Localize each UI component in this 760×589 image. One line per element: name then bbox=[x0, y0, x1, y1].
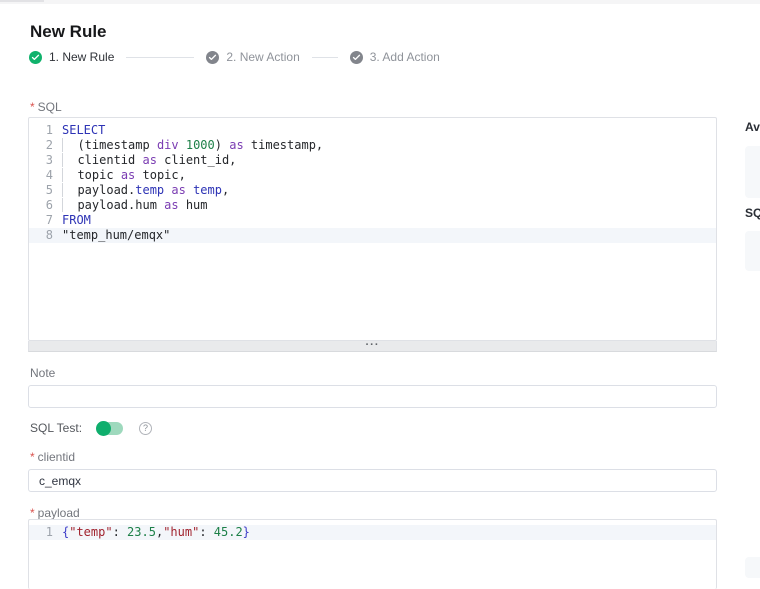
code-line: 2 (timestamp div 1000) as timestamp, bbox=[29, 138, 716, 153]
required-asterisk: * bbox=[30, 450, 35, 464]
code-line: 7 FROM bbox=[29, 213, 716, 228]
payload-code-editor[interactable]: 1 {"temp": 23.5,"hum": 45.2} bbox=[28, 519, 717, 589]
clientid-field-label: * clientid bbox=[30, 450, 76, 464]
required-asterisk: * bbox=[30, 100, 35, 114]
side-panel-box[interactable] bbox=[745, 146, 760, 198]
side-panel-box[interactable] bbox=[745, 231, 760, 271]
line-number: 4 bbox=[45, 168, 53, 182]
code-line: 4 topic as topic, bbox=[29, 168, 716, 183]
clientid-input[interactable] bbox=[28, 469, 717, 492]
step-new-rule[interactable]: 1. New Rule bbox=[29, 50, 114, 64]
step-new-action[interactable]: 2. New Action bbox=[206, 50, 300, 64]
help-icon[interactable]: ? bbox=[139, 421, 153, 435]
page-title: New Rule bbox=[30, 22, 107, 42]
line-number: 2 bbox=[45, 138, 53, 152]
top-border-strip bbox=[0, 0, 760, 4]
step-add-action[interactable]: 3. Add Action bbox=[349, 50, 440, 64]
line-number: 8 bbox=[45, 228, 53, 242]
code-line: 1 SELECT bbox=[29, 123, 716, 138]
code-line: 6 payload.hum as hum bbox=[29, 198, 716, 213]
side-panel-label-available: Av bbox=[745, 120, 760, 134]
step-connector bbox=[126, 56, 195, 58]
wizard-stepper: 1. New Rule 2. New Action 3. Add Action bbox=[29, 50, 440, 64]
sql-test-row: SQL Test: ? bbox=[30, 420, 153, 436]
line-number: 7 bbox=[45, 213, 53, 227]
line-number: 5 bbox=[45, 183, 53, 197]
line-number: 3 bbox=[45, 153, 53, 167]
sql-field-label: * SQL bbox=[30, 100, 62, 114]
check-circle-icon bbox=[206, 50, 220, 64]
line-number: 1 bbox=[45, 123, 53, 137]
payload-field-label: * payload bbox=[30, 506, 80, 520]
note-input[interactable] bbox=[28, 385, 717, 408]
sql-test-label: SQL Test: bbox=[30, 421, 83, 435]
step-label: 3. Add Action bbox=[369, 50, 440, 64]
top-border-segment bbox=[0, 0, 44, 2]
side-panel-label-sql: SQ bbox=[745, 206, 760, 220]
step-connector bbox=[311, 56, 338, 58]
sql-test-toggle[interactable] bbox=[96, 420, 124, 436]
editor-resize-handle[interactable]: ··· bbox=[28, 338, 717, 352]
code-line: 8 "temp_hum/emqx" bbox=[29, 228, 716, 243]
step-label: 1. New Rule bbox=[49, 50, 115, 64]
check-circle-icon bbox=[349, 50, 363, 64]
step-label: 2. New Action bbox=[226, 50, 300, 64]
code-line: 1 {"temp": 23.5,"hum": 45.2} bbox=[29, 525, 716, 540]
required-asterisk: * bbox=[30, 506, 35, 520]
note-field-label: Note bbox=[30, 366, 56, 380]
line-number: 1 bbox=[45, 525, 53, 539]
side-panel-box[interactable] bbox=[745, 557, 760, 578]
sql-code-editor[interactable]: 1 SELECT 2 (timestamp div 1000) as timesta… bbox=[28, 117, 717, 341]
toggle-knob bbox=[96, 420, 112, 436]
check-circle-icon bbox=[29, 50, 42, 64]
ellipsis-icon: ··· bbox=[365, 338, 380, 351]
code-line: 5 payload.temp as temp, bbox=[29, 183, 716, 198]
line-number: 6 bbox=[45, 198, 53, 212]
code-line: 3 clientid as client_id, bbox=[29, 153, 716, 168]
